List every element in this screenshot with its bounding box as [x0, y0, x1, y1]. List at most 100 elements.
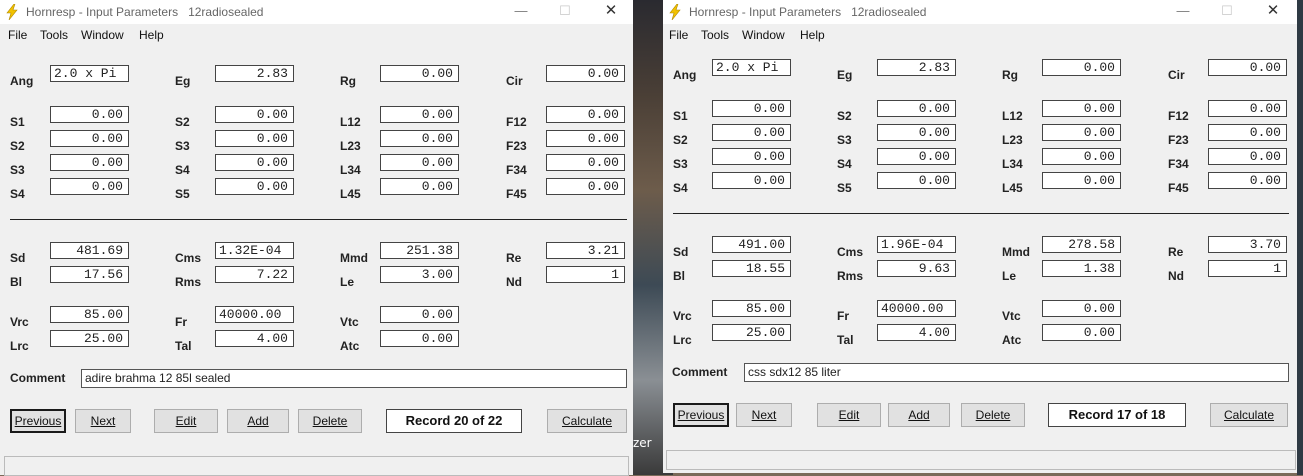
title-bar[interactable]: Hornresp - Input Parameters 12radioseale… — [663, 0, 1297, 24]
edit-button[interactable]: Edit — [817, 403, 881, 427]
field-f23[interactable]: 0.00 — [1208, 124, 1287, 141]
calculate-button[interactable]: Calculate — [547, 409, 627, 433]
field-s2[interactable]: 0.00 — [712, 124, 791, 141]
edit-button[interactable]: Edit — [154, 409, 218, 433]
previous-button[interactable]: Previous — [673, 403, 729, 427]
close-button[interactable]: ✕ — [1265, 3, 1281, 19]
maximize-button[interactable]: ☐ — [557, 3, 573, 19]
field-bl[interactable]: 18.55 — [712, 260, 791, 277]
field-tal[interactable]: 4.00 — [215, 330, 294, 347]
field-s3[interactable]: 0.00 — [712, 148, 791, 165]
add-button-label: Add — [247, 414, 269, 428]
field-vtc[interactable]: 0.00 — [1042, 300, 1121, 317]
field-s4[interactable]: 0.00 — [712, 172, 791, 189]
field-s4[interactable]: 0.00 — [215, 154, 294, 171]
field-s2[interactable]: 0.00 — [50, 130, 129, 147]
field-le[interactable]: 1.38 — [1042, 260, 1121, 277]
field-rg[interactable]: 0.00 — [380, 65, 459, 82]
field-tal[interactable]: 4.00 — [877, 324, 956, 341]
field-lrc[interactable]: 25.00 — [712, 324, 791, 341]
minimize-button[interactable]: — — [513, 3, 529, 19]
field-l45[interactable]: 0.00 — [1042, 172, 1121, 189]
field-ang[interactable]: 2.0 x Pi — [50, 65, 129, 82]
field-fr[interactable]: 40000.00 — [877, 300, 956, 317]
field-l45[interactable]: 0.00 — [380, 178, 459, 195]
status-bar — [4, 456, 629, 476]
menu-window[interactable]: Window — [81, 28, 124, 42]
comment-field[interactable]: css sdx12 85 liter — [744, 363, 1289, 382]
field-vrc[interactable]: 85.00 — [50, 306, 129, 323]
next-button[interactable]: Next — [75, 409, 131, 433]
field-sd[interactable]: 491.00 — [712, 236, 791, 253]
previous-button[interactable]: Previous — [10, 409, 66, 433]
field-cir[interactable]: 0.00 — [1208, 59, 1287, 76]
menu-file[interactable]: File — [669, 28, 688, 42]
field-s3[interactable]: 0.00 — [50, 154, 129, 171]
add-button[interactable]: Add — [227, 409, 289, 433]
field-eg[interactable]: 2.83 — [877, 59, 956, 76]
next-button[interactable]: Next — [736, 403, 792, 427]
field-f45[interactable]: 0.00 — [546, 178, 625, 195]
field-s3[interactable]: 0.00 — [215, 130, 294, 147]
field-eg[interactable]: 2.83 — [215, 65, 294, 82]
field-mmd[interactable]: 278.58 — [1042, 236, 1121, 253]
field-rms[interactable]: 9.63 — [877, 260, 956, 277]
field-vrc[interactable]: 85.00 — [712, 300, 791, 317]
field-mmd[interactable]: 251.38 — [380, 242, 459, 259]
field-le[interactable]: 3.00 — [380, 266, 459, 283]
menu-tools[interactable]: Tools — [701, 28, 729, 42]
field-ang[interactable]: 2.0 x Pi — [712, 59, 791, 76]
field-s1[interactable]: 0.00 — [50, 106, 129, 123]
field-fr[interactable]: 40000.00 — [215, 306, 294, 323]
field-f45[interactable]: 0.00 — [1208, 172, 1287, 189]
field-nd[interactable]: 1 — [546, 266, 625, 283]
menu-help[interactable]: Help — [800, 28, 825, 42]
field-s5[interactable]: 0.00 — [215, 178, 294, 195]
calculate-button[interactable]: Calculate — [1210, 403, 1288, 427]
field-f34[interactable]: 0.00 — [1208, 148, 1287, 165]
field-bl[interactable]: 17.56 — [50, 266, 129, 283]
menu-file[interactable]: File — [8, 28, 27, 42]
field-s2[interactable]: 0.00 — [215, 106, 294, 123]
field-s2[interactable]: 0.00 — [877, 100, 956, 117]
field-s1[interactable]: 0.00 — [712, 100, 791, 117]
field-f23[interactable]: 0.00 — [546, 130, 625, 147]
field-l12[interactable]: 0.00 — [1042, 100, 1121, 117]
field-cms[interactable]: 1.32E-04 — [215, 242, 294, 259]
field-sd[interactable]: 481.69 — [50, 242, 129, 259]
delete-button[interactable]: Delete — [298, 409, 362, 433]
menu-window[interactable]: Window — [742, 28, 785, 42]
field-re[interactable]: 3.70 — [1208, 236, 1287, 253]
field-s4[interactable]: 0.00 — [877, 148, 956, 165]
comment-field[interactable]: adire brahma 12 85l sealed — [81, 369, 627, 388]
field-f12[interactable]: 0.00 — [1208, 100, 1287, 117]
field-l23[interactable]: 0.00 — [380, 130, 459, 147]
field-nd[interactable]: 1 — [1208, 260, 1287, 277]
field-vtc[interactable]: 0.00 — [380, 306, 459, 323]
menu-help[interactable]: Help — [139, 28, 164, 42]
field-atc[interactable]: 0.00 — [1042, 324, 1121, 341]
field-l12[interactable]: 0.00 — [380, 106, 459, 123]
maximize-button[interactable]: ☐ — [1219, 3, 1235, 19]
minimize-button[interactable]: — — [1175, 3, 1191, 19]
field-cms[interactable]: 1.96E-04 — [877, 236, 956, 253]
field-s3[interactable]: 0.00 — [877, 124, 956, 141]
field-atc[interactable]: 0.00 — [380, 330, 459, 347]
field-s4[interactable]: 0.00 — [50, 178, 129, 195]
field-cir[interactable]: 0.00 — [546, 65, 625, 82]
field-l34[interactable]: 0.00 — [380, 154, 459, 171]
field-f12[interactable]: 0.00 — [546, 106, 625, 123]
field-l23[interactable]: 0.00 — [1042, 124, 1121, 141]
add-button[interactable]: Add — [888, 403, 950, 427]
field-l34[interactable]: 0.00 — [1042, 148, 1121, 165]
menu-tools[interactable]: Tools — [40, 28, 68, 42]
field-f34[interactable]: 0.00 — [546, 154, 625, 171]
field-rms[interactable]: 7.22 — [215, 266, 294, 283]
field-re[interactable]: 3.21 — [546, 242, 625, 259]
delete-button[interactable]: Delete — [961, 403, 1025, 427]
field-s5[interactable]: 0.00 — [877, 172, 956, 189]
field-rg[interactable]: 0.00 — [1042, 59, 1121, 76]
title-bar[interactable]: Hornresp - Input Parameters 12radioseale… — [0, 0, 633, 24]
field-lrc[interactable]: 25.00 — [50, 330, 129, 347]
close-button[interactable]: ✕ — [603, 3, 619, 19]
